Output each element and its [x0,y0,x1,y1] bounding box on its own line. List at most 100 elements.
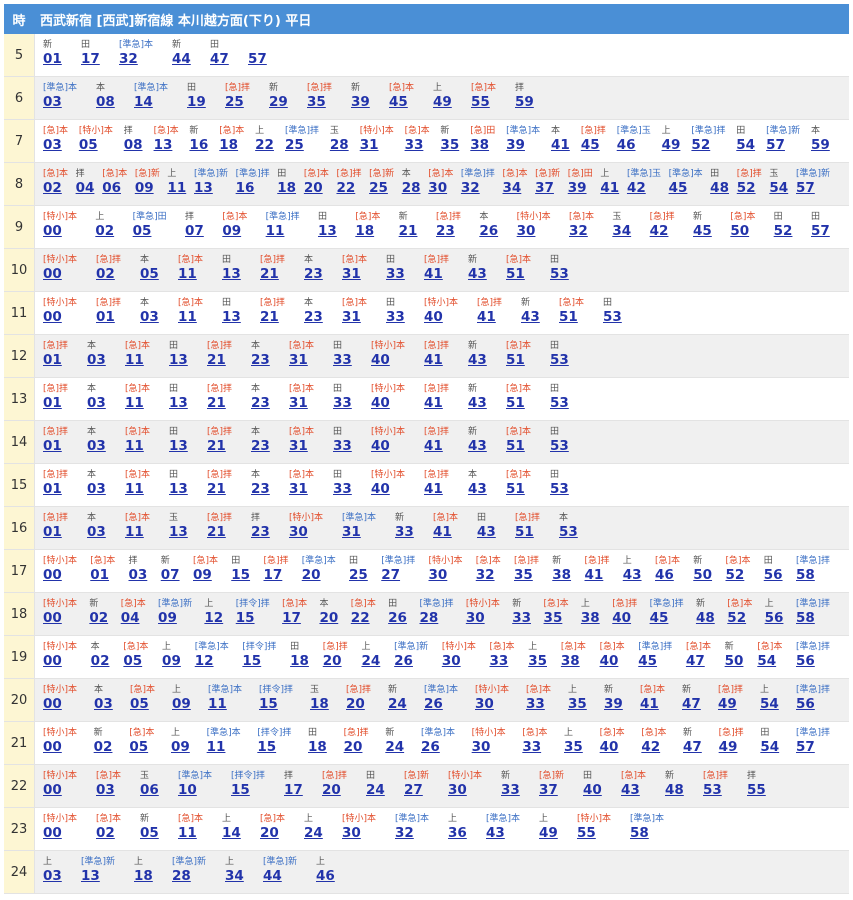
train-type-destination: 田 [773,212,783,222]
train-type-destination: 新 [552,556,562,566]
train-type-destination: 玉 [329,126,339,136]
hour-label: 7 [4,120,35,162]
departure-minute: 09 [158,610,177,626]
train-type-destination: [急]新 [539,771,565,781]
train-type-destination: 新 [521,298,531,308]
train-type-destination: 上 [134,857,144,867]
departure-minute: 21 [207,524,226,540]
train-type-destination: [準急]本 [301,556,336,566]
departures-cell: [急]拝 01 本 03 [急]本 11 田 13 [急]拝 21 本 23 [急]本 31 田 33 [特小]… [35,378,849,420]
train-type-destination: 本 [251,341,261,351]
train-type-destination: 上 [162,642,172,652]
train-type-destination: [急]本 [102,169,128,179]
departure-minute: 13 [194,180,213,196]
train-type-destination: 新 [140,814,150,824]
train-type-destination: 上 [43,857,53,867]
train-type-destination: [急]本 [123,642,149,652]
hour-row: 14 [急]拝 01 本 03 [急]本 11 田 13 [急]拝 21 本 23 [急]本 31 田 33 [特… [4,421,849,464]
departure-minute: 34 [612,223,632,239]
train-type-destination: [特小]本 [43,728,78,738]
departure-minute: 03 [87,352,106,368]
train-type-destination: 田 [277,169,287,179]
train-type-destination: [特小]本 [516,212,551,222]
train-type-destination: [急]拝 [322,771,348,781]
departure-minute: 03 [94,696,113,712]
train-type-destination: [準急]拝 [460,169,495,179]
train-type-destination: 田 [290,642,300,652]
departure-minute: 11 [178,266,197,282]
train-type-destination: [急]本 [125,427,151,437]
train-type-destination: [準急]本 [134,83,169,93]
departure-minute: 07 [160,567,180,583]
train-type-destination: [準急]拝 [381,556,416,566]
departure-minute: 30 [342,825,361,841]
departure-minute: 51 [506,395,525,411]
departure-minute: 52 [727,610,747,626]
departures-cell: [急]本 03 [特小]本 05 拝 08 [急]本 13 新 16 [急]本 18 上 22 [準急]拝 2… [35,120,849,162]
train-type-destination: 新 [682,685,692,695]
train-type-destination: [急]本 [428,169,454,179]
train-type-destination: [急]拝 [263,556,289,566]
departure-minute: 51 [559,309,578,325]
train-type-destination: [急]拝 [436,212,462,222]
train-type-destination: 田 [169,341,179,351]
departure-minute: 00 [43,696,62,712]
departure-minute: 32 [119,51,138,67]
train-type-destination: [急]本 [289,341,315,351]
departure-minute: 43 [468,481,487,497]
departure-minute: 45 [638,653,658,669]
train-type-destination: [特小]本 [371,341,406,351]
departures-cell: [特小]本 00 [急]拝 01 本 03 [急]本 11 田 13 [急]拝 21 本 23 [急]本 31… [35,292,849,334]
departure-minute: 27 [404,782,423,798]
departure-minute: 18 [308,739,327,755]
train-type-destination: [準急]拝 [649,599,684,609]
departure-minute: 35 [440,137,460,153]
train-type-destination: [急]本 [289,384,315,394]
train-type-destination: [急]本 [475,556,501,566]
train-type-destination: [特小]本 [289,513,324,523]
departure-minute: 18 [310,696,329,712]
train-type-destination: 本 [94,685,104,695]
train-type-destination: 田 [550,470,560,480]
hour-label: 9 [4,206,35,248]
departure-minute: 59 [811,137,830,153]
departure-minute: 03 [43,137,62,153]
departure-minute: 49 [661,137,681,153]
train-type-destination: 田 [550,341,560,351]
train-type-destination: [拝令]拝 [235,599,270,609]
departure-minute: 23 [251,395,270,411]
train-type-destination: [急]本 [757,642,783,652]
train-type-destination: [準急]本 [206,728,241,738]
train-type-destination: 田 [308,728,318,738]
departure-minute: 53 [603,309,622,325]
train-type-destination: 本 [96,83,106,93]
departure-minute: 40 [583,782,602,798]
departures-cell: [特小]本 00 本 02 [急]本 05 上 09 [準急]本 12 [拝令]拝 15 田 18 [急]拝… [35,636,849,678]
train-type-destination: 新 [724,642,734,652]
departures-cell: [特小]本 00 [急]本 01 拝 03 新 07 [急]本 09 田 15 [急]拝 17 [準急]本 2… [35,550,849,592]
departure-minute: 53 [550,266,569,282]
departures-cell: 上 03 [準急]新 13 上 18 [準急]新 28 上 34 [準急]新 44 上 46 [35,851,849,893]
train-type-destination: [急]本 [404,126,430,136]
hour-label: 15 [4,464,35,506]
train-type-destination: [急]本 [526,685,552,695]
departure-minute: 12 [204,610,224,626]
train-type-destination: [急]本 [506,384,532,394]
departure-minute: 25 [349,567,368,583]
train-type-destination: [急]本 [178,814,204,824]
departure-minute: 40 [599,653,619,669]
departure-minute: 01 [43,438,62,454]
train-type-destination: [特小]本 [43,556,78,566]
train-type-destination: [急]本 [96,771,122,781]
train-type-destination: [急]本 [489,642,515,652]
train-type-destination: [急]新 [369,169,395,179]
train-type-destination: [準急]新 [172,857,207,867]
train-type-destination: [急]拝 [96,298,122,308]
train-type-destination: [拝令]拝 [242,642,277,652]
train-type-destination: [準急]本 [424,685,459,695]
departure-minute: 52 [773,223,793,239]
departure-minute: 13 [169,395,188,411]
train-type-destination: [急]本 [350,599,376,609]
train-type-destination: [急]拝 [649,212,675,222]
hour-row: 18 [特小]本 00 新 02 [急]本 04 [準急]新 09 上 12 [拝令]拝 15 [急]本 1… [4,593,849,636]
